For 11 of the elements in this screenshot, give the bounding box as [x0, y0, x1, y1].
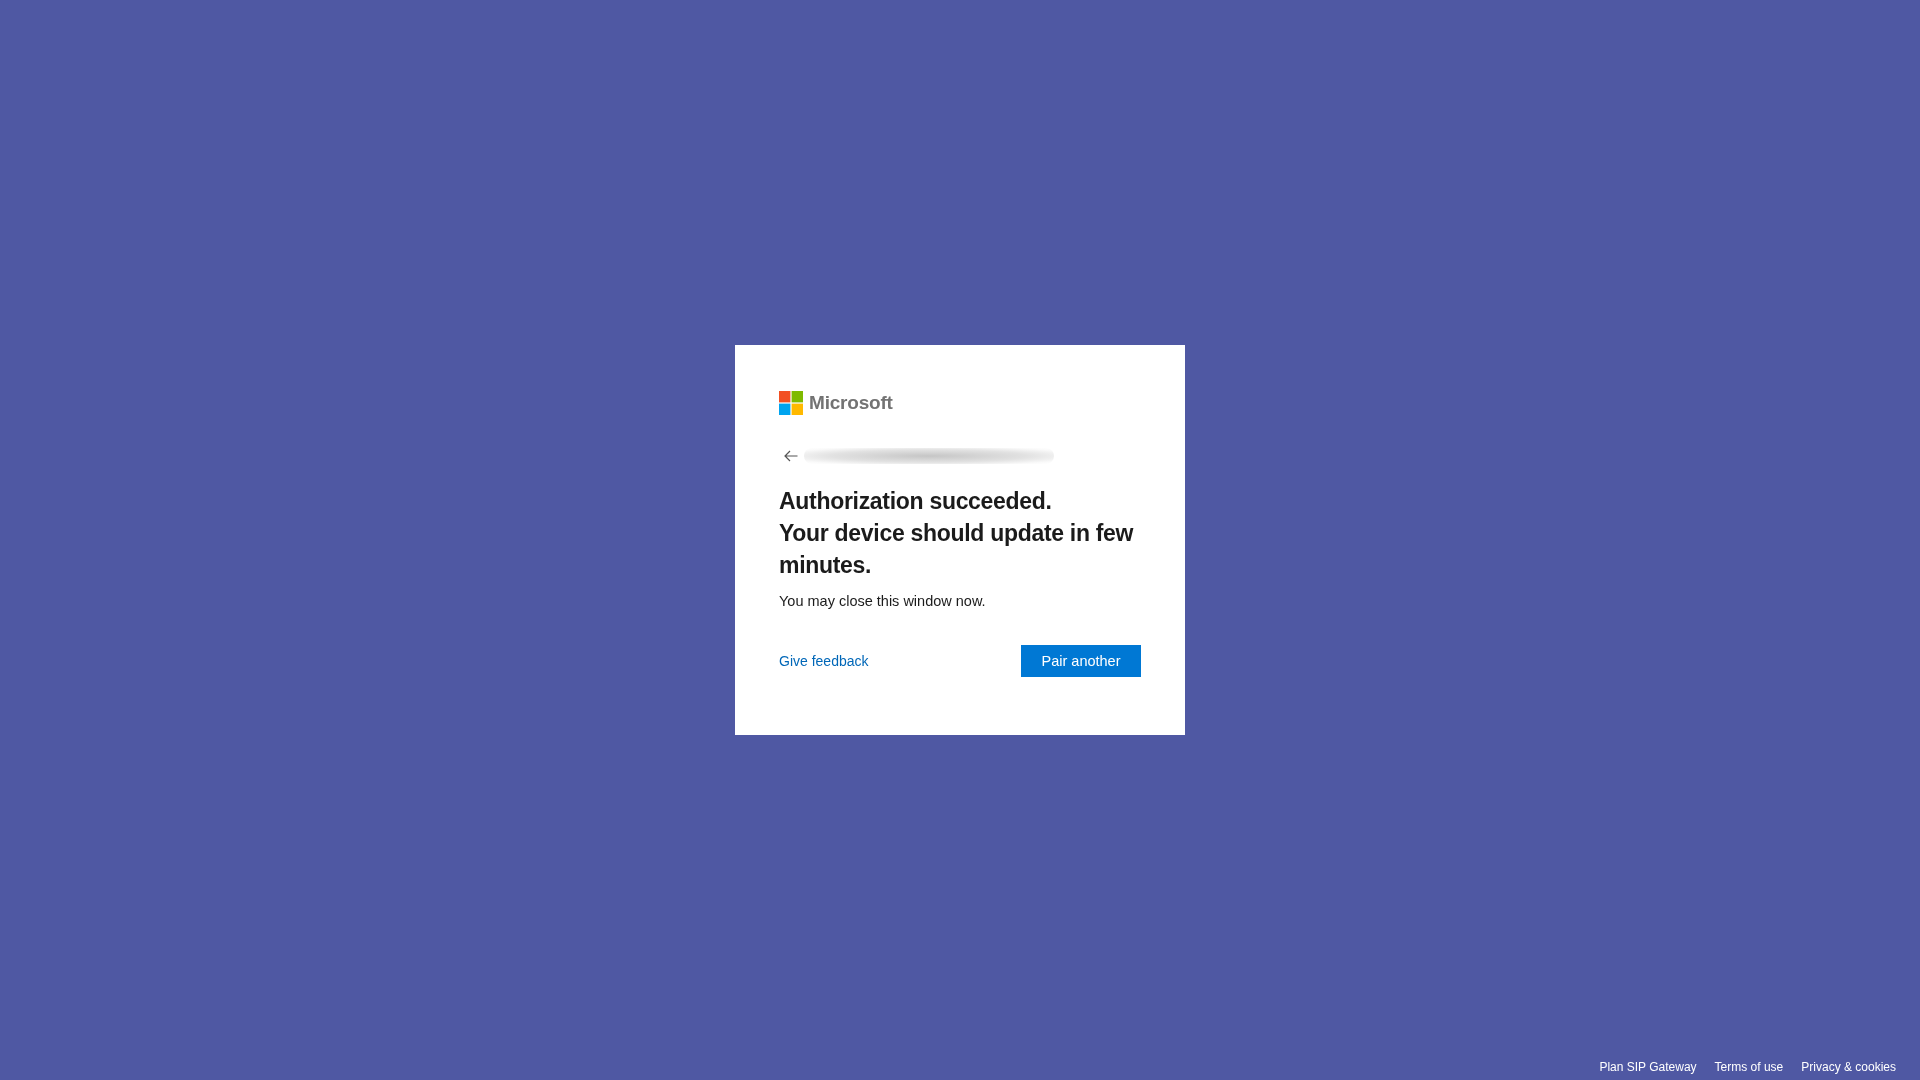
heading-text: Your device should update in few minutes. — [779, 519, 1135, 580]
footer-link[interactable]: Privacy & cookies — [1801, 1059, 1896, 1075]
pair-another-button[interactable]: Pair another — [1021, 645, 1141, 677]
four-squares-logo-icon — [779, 391, 803, 415]
back-arrow-icon[interactable] — [784, 450, 798, 462]
footer-link[interactable]: Terms of use — [1714, 1059, 1784, 1075]
message-text: You may close this window now. — [779, 592, 987, 611]
heading-text: Authorization succeeded. — [779, 487, 1053, 516]
logo-text: Microsoft — [809, 391, 893, 415]
footer-link[interactable]: Plan SIP Gateway — [1599, 1059, 1697, 1075]
feedback-link[interactable]: Give feedback — [779, 653, 869, 669]
